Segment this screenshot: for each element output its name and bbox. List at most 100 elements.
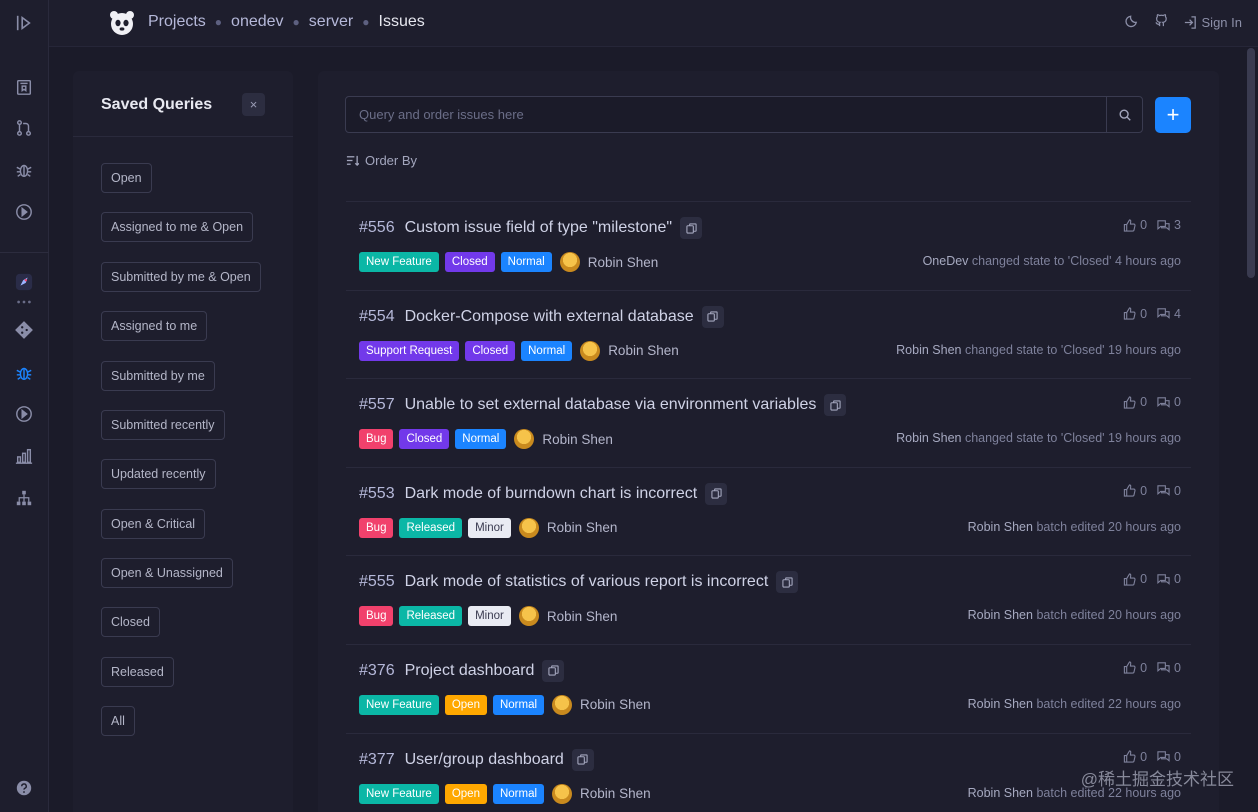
vote-count[interactable]: 0 bbox=[1123, 395, 1147, 409]
issue-label-bug[interactable]: Bug bbox=[359, 429, 394, 450]
pull-requests-icon[interactable] bbox=[14, 118, 34, 138]
issue-user[interactable]: Robin Shen bbox=[542, 432, 613, 447]
issue-user[interactable]: Robin Shen bbox=[608, 343, 679, 358]
issue-user[interactable]: Robin Shen bbox=[547, 520, 618, 535]
builds-icon[interactable] bbox=[14, 202, 34, 222]
saved-query-assigned-open[interactable]: Assigned to me & Open bbox=[101, 212, 254, 242]
issue-row[interactable]: #555 Dark mode of statistics of various … bbox=[346, 555, 1191, 644]
breadcrumb-onedev[interactable]: onedev bbox=[231, 13, 284, 31]
issue-row[interactable]: #553 Dark mode of burndown chart is inco… bbox=[346, 466, 1191, 556]
dark-mode-icon[interactable] bbox=[1124, 13, 1140, 31]
activity-actor[interactable]: Robin Shen bbox=[968, 697, 1037, 711]
issues-icon[interactable] bbox=[14, 160, 34, 180]
saved-query-all[interactable]: All bbox=[101, 706, 135, 736]
issue-row[interactable]: #557 Unable to set external database via… bbox=[346, 378, 1191, 467]
saved-query-open[interactable]: Open bbox=[101, 163, 152, 193]
hierarchy-icon[interactable] bbox=[14, 488, 34, 508]
issue-number[interactable]: #555 bbox=[359, 573, 395, 591]
issue-label-feature[interactable]: New Feature bbox=[359, 252, 439, 272]
issue-number[interactable]: #557 bbox=[359, 396, 395, 414]
user-avatar[interactable] bbox=[559, 252, 580, 272]
user-avatar[interactable] bbox=[552, 783, 573, 804]
search-button[interactable] bbox=[1106, 97, 1142, 132]
saved-query-open-critical[interactable]: Open & Critical bbox=[101, 509, 206, 539]
breadcrumb-projects[interactable]: Projects bbox=[148, 13, 206, 31]
issue-label-support[interactable]: Support Request bbox=[359, 340, 460, 361]
issue-label-feature[interactable]: New Feature bbox=[359, 694, 439, 715]
project-builds-icon[interactable] bbox=[14, 404, 34, 424]
issue-label-open[interactable]: Open bbox=[444, 783, 487, 804]
issue-label-minor[interactable]: Minor bbox=[468, 517, 511, 538]
copy-icon[interactable] bbox=[701, 305, 724, 328]
issue-label-closed[interactable]: Closed bbox=[465, 340, 516, 361]
onedev-logo[interactable] bbox=[108, 9, 136, 37]
issue-row[interactable]: #377 User/group dashboard New Feature Ope… bbox=[346, 732, 1191, 812]
comment-count[interactable]: 0 bbox=[1157, 395, 1181, 409]
issue-label-closed[interactable]: Closed bbox=[444, 252, 495, 272]
issue-label-released[interactable]: Released bbox=[399, 517, 463, 538]
activity-actor[interactable]: Robin Shen bbox=[968, 608, 1037, 622]
issue-title[interactable]: Dark mode of statistics of various repor… bbox=[405, 573, 769, 591]
help-icon[interactable] bbox=[14, 778, 34, 798]
issue-title[interactable]: Dark mode of burndown chart is incorrect bbox=[405, 485, 698, 503]
issue-label-released[interactable]: Released bbox=[399, 606, 463, 627]
comment-count[interactable]: 3 bbox=[1157, 218, 1181, 232]
issue-title[interactable]: Docker-Compose with external database bbox=[405, 308, 694, 326]
issue-row[interactable]: #376 Project dashboard New Feature Open No… bbox=[346, 643, 1191, 733]
issue-label-normal[interactable]: Normal bbox=[521, 340, 573, 361]
issue-label-bug[interactable]: Bug bbox=[359, 517, 394, 538]
user-avatar[interactable] bbox=[552, 694, 573, 715]
project-avatar-icon[interactable] bbox=[14, 272, 34, 292]
activity-actor[interactable]: OneDev bbox=[923, 254, 972, 268]
issue-title[interactable]: Unable to set external database via envi… bbox=[405, 396, 817, 414]
activity-actor[interactable]: Robin Shen bbox=[968, 520, 1037, 534]
saved-query-updated-recently[interactable]: Updated recently bbox=[101, 459, 216, 489]
saved-query-released[interactable]: Released bbox=[101, 657, 174, 687]
add-issue-button[interactable]: + bbox=[1155, 97, 1191, 133]
vote-count[interactable]: 0 bbox=[1123, 218, 1147, 232]
comment-count[interactable]: 0 bbox=[1157, 484, 1181, 498]
saved-query-submitted-open[interactable]: Submitted by me & Open bbox=[101, 262, 261, 292]
copy-icon[interactable] bbox=[776, 571, 799, 594]
issue-number[interactable]: #376 bbox=[359, 662, 395, 680]
issue-label-normal[interactable]: Normal bbox=[500, 252, 552, 272]
saved-query-submitted-by-me[interactable]: Submitted by me bbox=[101, 361, 215, 391]
copy-icon[interactable] bbox=[571, 748, 594, 771]
issue-user[interactable]: Robin Shen bbox=[588, 255, 659, 270]
issue-label-feature[interactable]: New Feature bbox=[359, 783, 439, 804]
issue-user[interactable]: Robin Shen bbox=[547, 609, 618, 624]
query-input[interactable] bbox=[346, 97, 1106, 132]
user-avatar[interactable] bbox=[518, 606, 539, 627]
issue-label-normal[interactable]: Normal bbox=[492, 694, 545, 715]
issue-number[interactable]: #556 bbox=[359, 219, 395, 237]
comment-count[interactable]: 0 bbox=[1157, 750, 1181, 764]
issue-user[interactable]: Robin Shen bbox=[580, 697, 651, 712]
issue-row[interactable]: #554 Docker-Compose with external databa… bbox=[346, 289, 1191, 379]
issue-number[interactable]: #554 bbox=[359, 308, 395, 326]
sign-in-link[interactable]: Sign In bbox=[1183, 15, 1242, 30]
code-icon[interactable] bbox=[14, 320, 34, 340]
vote-count[interactable]: 0 bbox=[1123, 750, 1147, 764]
issue-title[interactable]: Project dashboard bbox=[405, 662, 535, 680]
saved-query-closed[interactable]: Closed bbox=[101, 607, 160, 637]
user-avatar[interactable] bbox=[580, 340, 601, 361]
close-saved-queries-button[interactable]: × bbox=[242, 93, 265, 116]
issue-label-normal[interactable]: Normal bbox=[455, 429, 507, 450]
user-avatar[interactable] bbox=[518, 517, 539, 538]
statistics-icon[interactable] bbox=[14, 446, 34, 466]
copy-icon[interactable] bbox=[705, 482, 728, 505]
issue-label-minor[interactable]: Minor bbox=[468, 606, 511, 627]
issue-label-normal[interactable]: Normal bbox=[492, 783, 545, 804]
vote-count[interactable]: 0 bbox=[1123, 661, 1147, 675]
github-icon[interactable] bbox=[1154, 13, 1169, 31]
copy-icon[interactable] bbox=[542, 659, 565, 682]
page-scrollbar[interactable] bbox=[1247, 48, 1255, 278]
user-avatar[interactable] bbox=[514, 429, 535, 450]
copy-icon[interactable] bbox=[824, 394, 847, 417]
vote-count[interactable]: 0 bbox=[1123, 307, 1147, 321]
issue-label-open[interactable]: Open bbox=[444, 694, 487, 715]
comment-count[interactable]: 0 bbox=[1157, 661, 1181, 675]
issue-label-closed[interactable]: Closed bbox=[399, 429, 450, 450]
vote-count[interactable]: 0 bbox=[1123, 484, 1147, 498]
saved-query-open-unassigned[interactable]: Open & Unassigned bbox=[101, 558, 233, 588]
